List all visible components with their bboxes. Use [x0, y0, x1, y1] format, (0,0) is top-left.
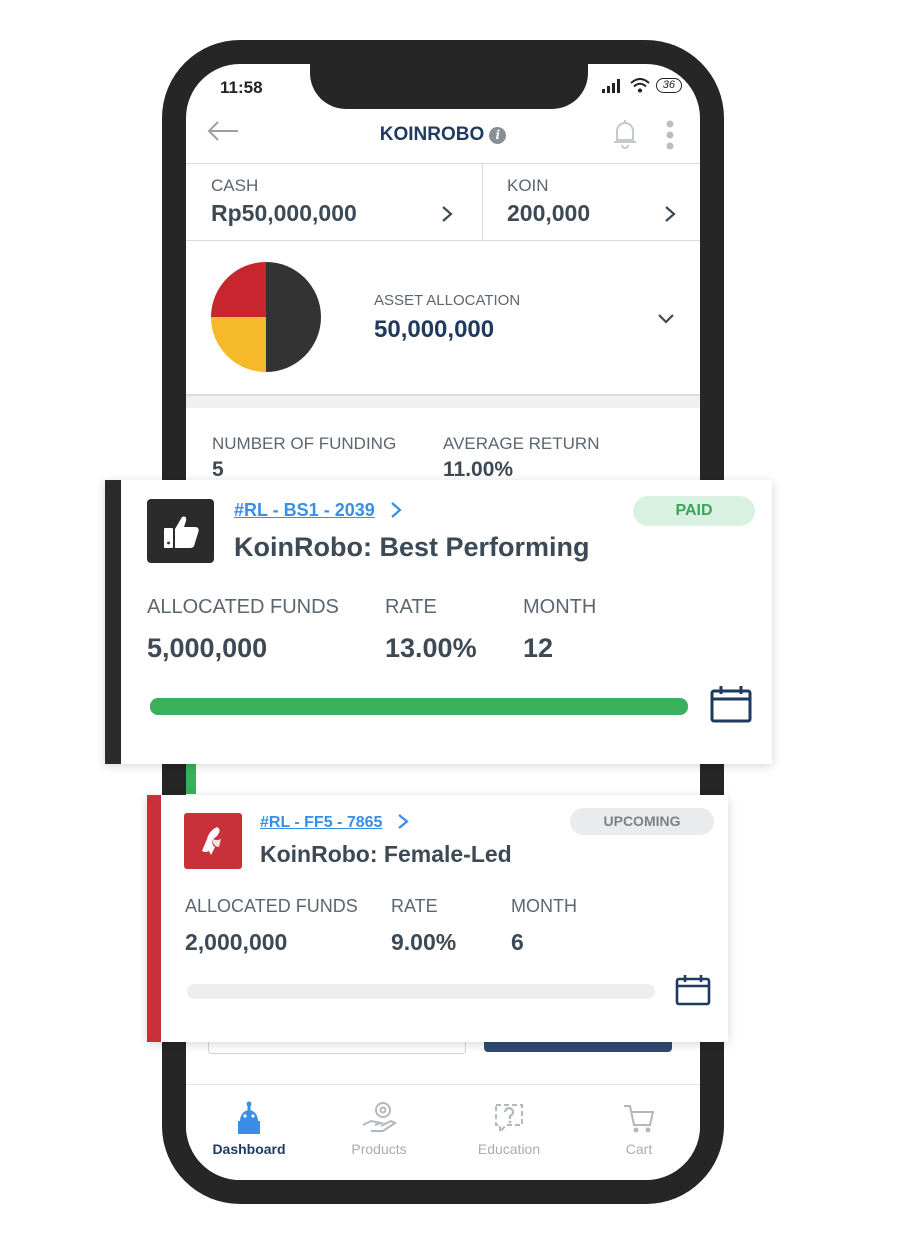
month-label: MONTH: [523, 596, 597, 618]
cash-label: CASH: [211, 176, 259, 195]
month-label: MONTH: [511, 896, 577, 916]
average-return-value: 11.00%: [443, 458, 514, 481]
cart-icon: [624, 1105, 655, 1133]
female-profile-icon: [202, 827, 221, 855]
hand-coin-icon: [362, 1102, 397, 1132]
nav-item-dashboard[interactable]: Dashboard: [194, 1099, 304, 1157]
allocated-funds-label: ALLOCATED FUNDS: [185, 896, 358, 916]
funding-count-label: NUMBER OF FUNDING: [212, 434, 397, 453]
nav-label-cart: Cart: [625, 1141, 653, 1157]
card-accent-bar: [105, 480, 121, 764]
nav-label-dashboard: Dashboard: [212, 1141, 286, 1157]
card-code[interactable]: #RL - FF5 - 7865: [260, 814, 382, 831]
allocated-funds-value: 5,000,000: [147, 633, 268, 663]
funding-card-best-performing[interactable]: #RL - BS1 - 2039 KoinRobo: Best Performi…: [105, 480, 772, 764]
bell-icon[interactable]: [612, 118, 638, 150]
funding-progress-bar: [150, 698, 688, 715]
pie-slice-1: [211, 317, 266, 372]
chevron-right-icon: [665, 206, 676, 222]
chevron-right-icon: [442, 206, 453, 222]
nav-label-education: Education: [477, 1141, 541, 1157]
chevron-down-icon[interactable]: [656, 312, 676, 326]
battery-icon: 36: [655, 78, 682, 93]
calendar-icon[interactable]: [675, 974, 711, 1006]
status-icons: 36: [601, 78, 682, 93]
allocated-funds-label: ALLOCATED FUNDS: [147, 596, 339, 618]
status-time: 11:58: [220, 78, 263, 97]
nav-label-products: Products: [351, 1141, 407, 1157]
average-return-label: AVERAGE RETURN: [443, 434, 600, 453]
funding-count-value: 5: [212, 458, 224, 481]
month-value: 12: [523, 633, 554, 663]
chevron-right-icon: [391, 502, 402, 518]
koin-summary[interactable]: KOIN 200,000: [483, 164, 700, 240]
koin-label: KOIN: [507, 176, 549, 195]
divider: [186, 240, 700, 241]
question-bubble-icon: [495, 1104, 523, 1135]
card-code-link[interactable]: #RL - FF5 - 7865: [260, 813, 409, 832]
card-code-link[interactable]: #RL - BS1 - 2039: [234, 500, 402, 521]
allocated-funds-value: 2,000,000: [185, 929, 288, 955]
funding-progress-bar: [187, 984, 655, 999]
more-options-icon[interactable]: [666, 120, 674, 152]
rate-value: 13.00%: [385, 633, 477, 663]
asset-allocation-pie: [211, 262, 321, 372]
card-code[interactable]: #RL - BS1 - 2039: [234, 500, 375, 520]
phone-notch: [310, 40, 588, 109]
card-title: KoinRobo: Best Performing: [234, 532, 590, 562]
month-value: 6: [511, 929, 524, 955]
app-title: KOINROBO: [379, 124, 485, 145]
progress-fill: [150, 698, 688, 715]
background-card-accent: [186, 764, 196, 794]
nav-item-cart[interactable]: Cart: [584, 1099, 694, 1157]
calendar-icon[interactable]: [710, 685, 752, 723]
bottom-navigation: Dashboard Products Education Cart: [186, 1084, 700, 1180]
card-title: KoinRobo: Female-Led: [260, 841, 512, 867]
signal-icon: [601, 78, 620, 93]
status-badge: UPCOMING: [570, 808, 714, 835]
rate-value: 9.00%: [391, 929, 457, 955]
robot-icon: [238, 1101, 260, 1134]
allocation-label: ASSET ALLOCATION: [374, 292, 521, 309]
rate-label: RATE: [385, 596, 437, 618]
status-badge: PAID: [633, 496, 755, 526]
pie-slice-2: [211, 262, 266, 317]
chevron-right-icon: [398, 814, 409, 829]
info-icon[interactable]: i: [489, 127, 507, 144]
card-accent-bar: [147, 795, 161, 1042]
funding-card-female-led[interactable]: #RL - FF5 - 7865 KoinRobo: Female-Led UP…: [147, 795, 728, 1042]
koin-value: 200,000: [507, 200, 591, 226]
nav-item-education[interactable]: Education: [454, 1099, 564, 1157]
wifi-icon: [630, 78, 650, 93]
rate-label: RATE: [391, 896, 438, 916]
thumbs-up-icon: [164, 516, 199, 548]
cash-summary[interactable]: CASH Rp50,000,000: [186, 164, 482, 240]
cash-value: Rp50,000,000: [211, 200, 357, 226]
card-icon-box: [184, 813, 242, 869]
card-icon-box: [147, 499, 214, 563]
pie-slice-0: [266, 262, 321, 372]
allocation-value: 50,000,000: [374, 316, 495, 343]
section-separator: [186, 396, 700, 408]
nav-item-products[interactable]: Products: [324, 1099, 434, 1157]
